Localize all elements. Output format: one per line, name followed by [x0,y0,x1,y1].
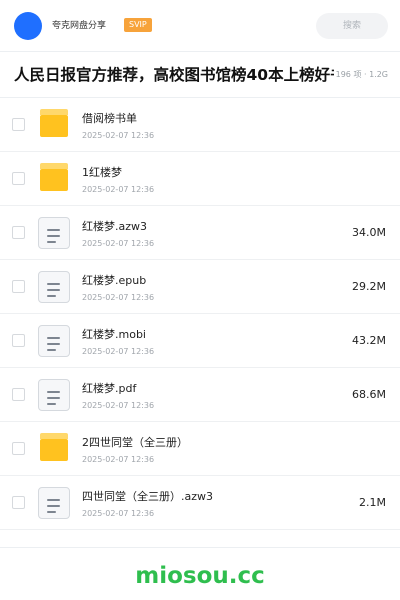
footer: miosou.cc [0,547,400,600]
select-checkbox[interactable] [12,172,25,185]
select-checkbox[interactable] [12,442,25,455]
folder-icon [38,433,70,465]
file-name[interactable]: 红楼梦.azw3 [82,220,147,234]
app-header: 夸克网盘分享 SVIP 搜索 [0,0,400,52]
select-checkbox[interactable] [12,496,25,509]
brand-name: 夸克网盘分享 [52,21,107,31]
file-list: 借阅榜书单 2025-02-07 12:36 1红楼梦 2025-02-07 12:3… [0,98,400,530]
file-row[interactable]: 红楼梦.mobi 2025-02-07 12:36 43.2M [0,314,400,368]
file-date: 2025-02-07 12:36 [82,347,155,356]
document-icon [38,217,70,249]
file-name[interactable]: 红楼梦.mobi [82,328,146,342]
file-row[interactable]: 红楼梦.azw3 2025-02-07 12:36 34.0M [0,206,400,260]
file-date: 2025-02-07 12:36 [82,185,155,194]
select-checkbox[interactable] [12,118,25,131]
file-row[interactable]: 红楼梦.epub 2025-02-07 12:36 29.2M [0,260,400,314]
file-date: 2025-02-07 12:36 [82,131,155,140]
file-name[interactable]: 2四世同堂（全三册） [82,436,188,450]
share-title-bar: 人民日报官方推荐，高校图书馆榜40本上榜好书 196 项 · 1.2G [0,52,400,98]
file-row[interactable]: 1红楼梦 2025-02-07 12:36 [0,152,400,206]
file-name[interactable]: 1红楼梦 [82,166,122,180]
file-size: 29.2M [352,280,386,293]
select-checkbox[interactable] [12,334,25,347]
file-date: 2025-02-07 12:36 [82,401,155,410]
file-date: 2025-02-07 12:36 [82,509,155,518]
avatar[interactable] [14,12,42,40]
file-size: 43.2M [352,334,386,347]
file-date: 2025-02-07 12:36 [82,455,155,464]
select-checkbox[interactable] [12,388,25,401]
file-name[interactable]: 红楼梦.epub [82,274,146,288]
document-icon [38,487,70,519]
folder-icon [38,109,70,141]
file-row[interactable]: 红楼梦.pdf 2025-02-07 12:36 68.6M [0,368,400,422]
document-icon [38,325,70,357]
file-row[interactable]: 四世同堂（全三册）.azw3 2025-02-07 12:36 2.1M [0,476,400,530]
file-size: 34.0M [352,226,386,239]
watermark-text: miosou.cc [135,563,265,589]
share-meta: 196 项 · 1.2G [335,70,388,79]
page-title: 人民日报官方推荐，高校图书馆榜40本上榜好书 [14,66,334,84]
select-checkbox[interactable] [12,280,25,293]
file-row[interactable]: 2四世同堂（全三册） 2025-02-07 12:36 [0,422,400,476]
file-date: 2025-02-07 12:36 [82,293,155,302]
document-icon [38,271,70,303]
file-size: 2.1M [359,496,386,509]
file-size: 68.6M [352,388,386,401]
file-name[interactable]: 借阅榜书单 [82,112,137,126]
file-name[interactable]: 红楼梦.pdf [82,382,136,396]
select-checkbox[interactable] [12,226,25,239]
file-row[interactable]: 借阅榜书单 2025-02-07 12:36 [0,98,400,152]
file-name[interactable]: 四世同堂（全三册）.azw3 [82,490,213,504]
document-icon [38,379,70,411]
file-date: 2025-02-07 12:36 [82,239,155,248]
folder-icon [38,163,70,195]
search-input[interactable]: 搜索 [316,13,388,39]
svip-badge: SVIP [124,18,152,32]
